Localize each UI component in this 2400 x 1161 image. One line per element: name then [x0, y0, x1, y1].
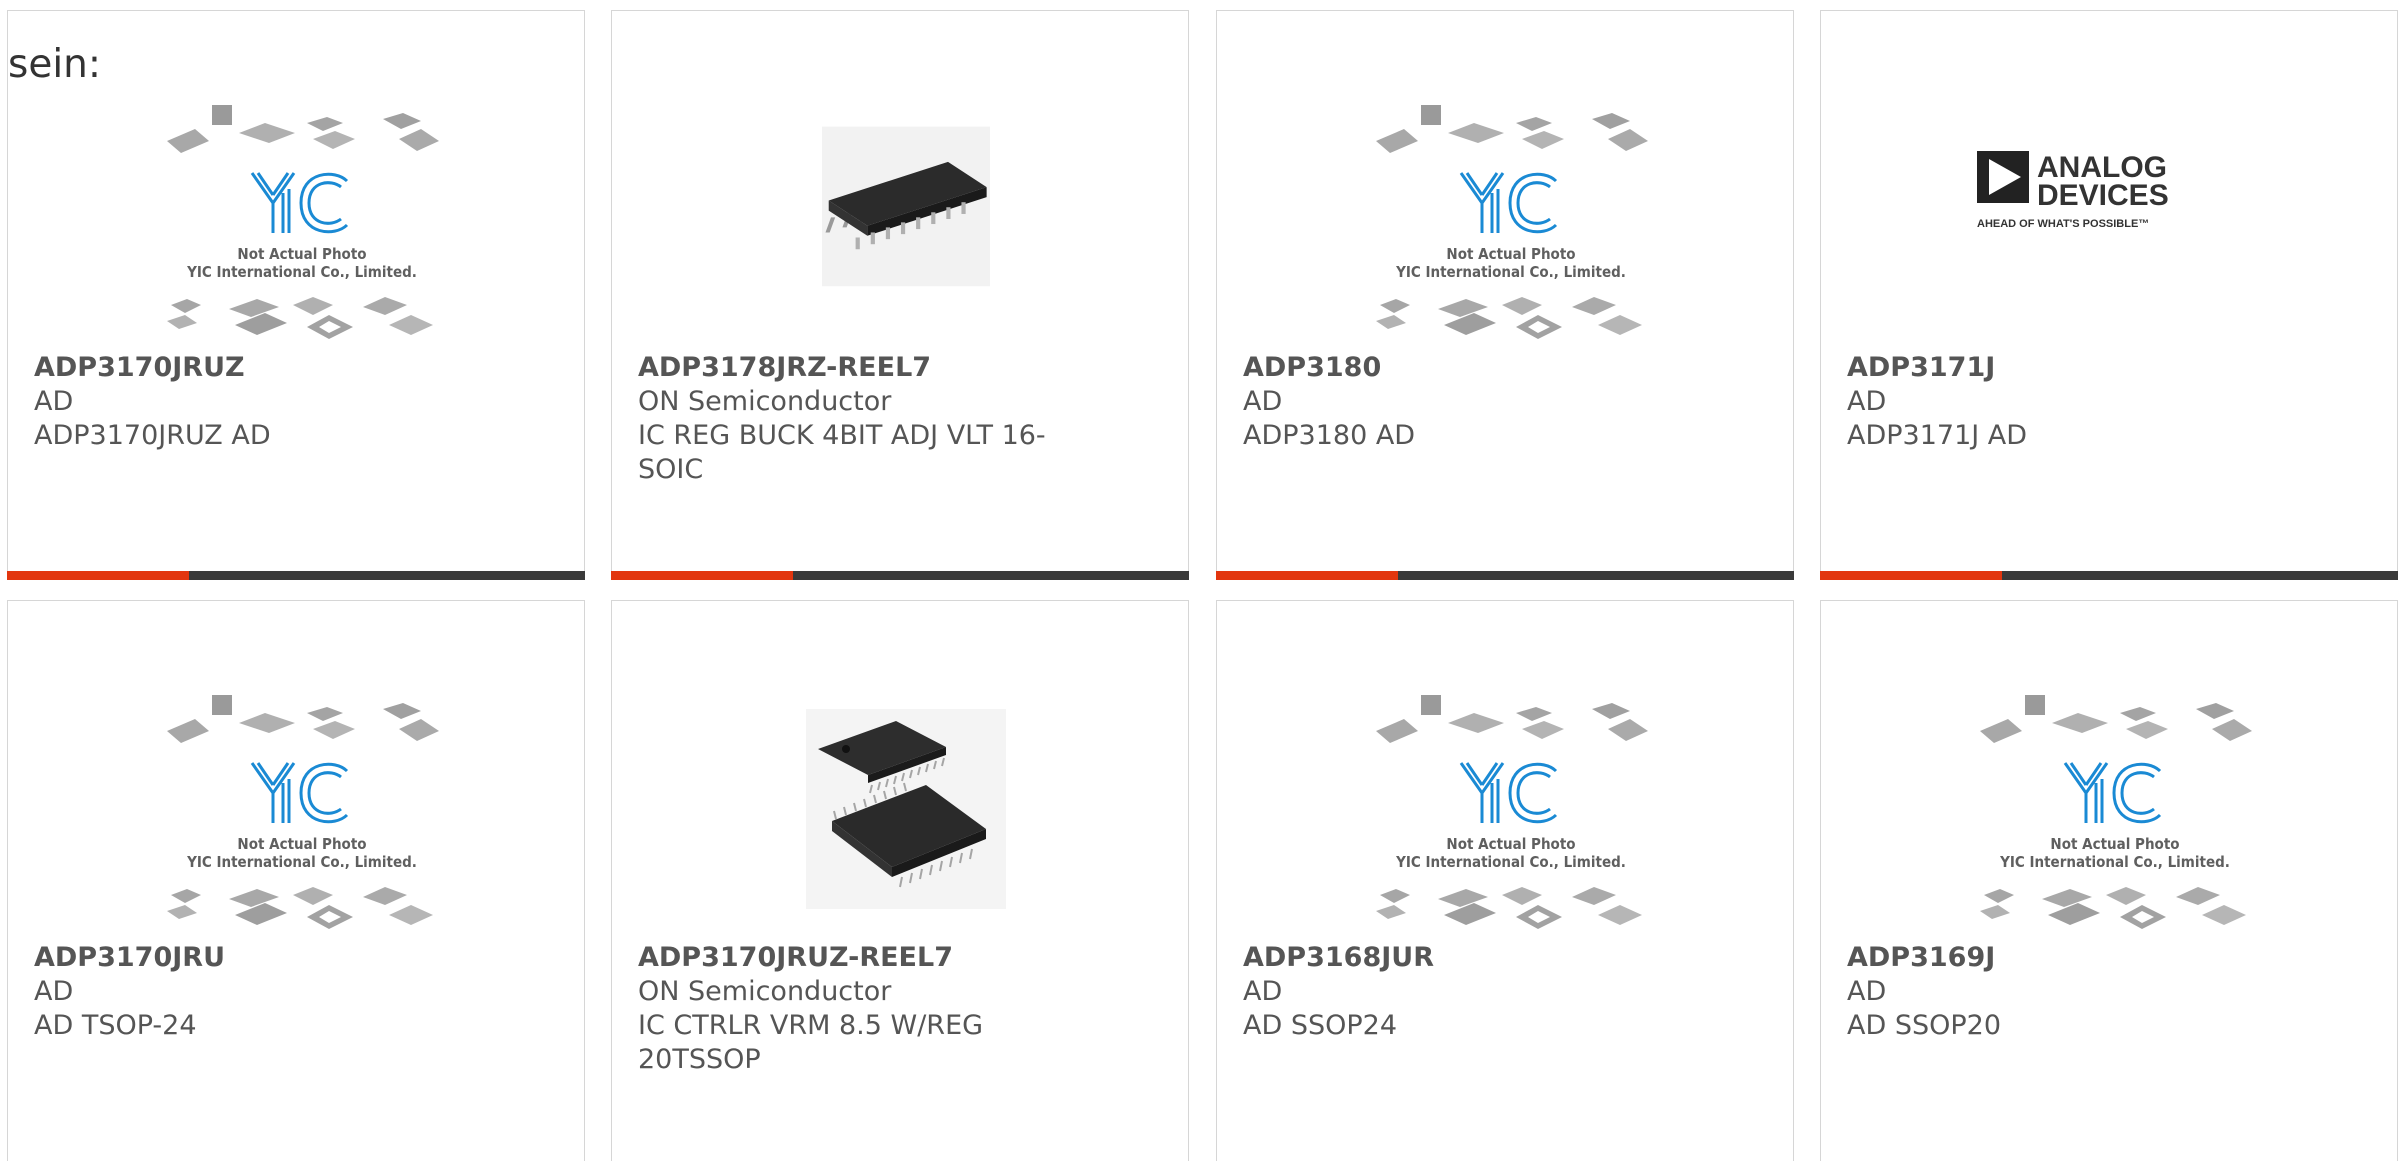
- description: AD SSOP20: [1847, 1010, 2002, 1041]
- part-number[interactable]: ADP3180: [1243, 351, 1663, 385]
- product-image[interactable]: Not Actual Photo YIC International Co., L…: [104, 683, 500, 935]
- product-image[interactable]: Not Actual Photo YIC International Co., L…: [1313, 93, 1709, 345]
- product-info: ADP3170JRUZ-REEL7 ON Semiconductor IC CTRL…: [638, 941, 1058, 1077]
- product-info: ADP3169J AD AD SSOP20: [1847, 941, 2267, 1043]
- product-card[interactable]: Not Actual Photo YIC International Co., L…: [7, 600, 585, 1161]
- card-bottom-bar-accent: [1216, 571, 1398, 580]
- description: ADP3170JRUZ AD: [34, 420, 271, 451]
- card-bottom-bar-accent: [1820, 571, 2002, 580]
- placeholder-caption-2: YIC International Co., Limited.: [1395, 263, 1626, 281]
- part-number[interactable]: ADP3168JUR: [1243, 941, 1663, 975]
- part-number[interactable]: ADP3171J: [1847, 351, 2267, 385]
- product-info: ADP3170JRU AD AD TSOP-24: [34, 941, 454, 1043]
- manufacturer: AD: [1847, 386, 1887, 417]
- placeholder-caption-2: YIC International Co., Limited.: [186, 263, 417, 281]
- product-info: ADP3178JRZ-REEL7 ON Semiconductor IC REG B…: [638, 351, 1058, 487]
- manufacturer: AD: [1243, 976, 1283, 1007]
- product-card[interactable]: ANALOG DEVICES AHEAD OF WHAT'S POSSIBLE™ AD…: [1820, 10, 2398, 580]
- manufacturer: ON Semiconductor: [638, 976, 892, 1007]
- description: AD TSOP-24: [34, 1010, 197, 1041]
- card-bottom-bar-accent: [7, 571, 189, 580]
- manufacturer: ON Semiconductor: [638, 386, 892, 417]
- description: IC REG BUCK 4BIT ADJ VLT 16-SOIC: [638, 420, 1046, 485]
- placeholder-caption-2: YIC International Co., Limited.: [1999, 853, 2230, 871]
- description: IC CTRLR VRM 8.5 W/REG 20TSSOP: [638, 1010, 984, 1075]
- card-bottom-bar: [1216, 571, 1794, 580]
- product-info: ADP3171J AD ADP3171J AD: [1847, 351, 2267, 453]
- part-number[interactable]: ADP3170JRUZ: [34, 351, 454, 385]
- product-card[interactable]: Not Actual Photo YIC International Co., L…: [7, 10, 585, 580]
- product-card[interactable]: Not Actual Photo YIC International Co., L…: [1216, 600, 1794, 1161]
- product-image[interactable]: [708, 683, 1104, 935]
- card-bottom-bar: [1820, 571, 2398, 580]
- product-card[interactable]: ADP3170JRUZ-REEL7 ON Semiconductor IC CTRL…: [611, 600, 1189, 1161]
- product-image[interactable]: Not Actual Photo YIC International Co., L…: [1313, 683, 1709, 935]
- part-number[interactable]: ADP3170JRU: [34, 941, 454, 975]
- part-number[interactable]: ADP3169J: [1847, 941, 2267, 975]
- manufacturer: AD: [34, 386, 74, 417]
- product-info: ADP3180 AD ADP3180 AD: [1243, 351, 1663, 453]
- manufacturer: AD: [1243, 386, 1283, 417]
- placeholder-caption-1: Not Actual Photo: [1446, 835, 1575, 853]
- intro-text: sein:: [8, 42, 102, 87]
- placeholder-caption-2: YIC International Co., Limited.: [1395, 853, 1626, 871]
- description: ADP3171J AD: [1847, 420, 2028, 451]
- product-card[interactable]: Not Actual Photo YIC International Co., L…: [1820, 600, 2398, 1161]
- product-image[interactable]: Not Actual Photo YIC International Co., L…: [1917, 683, 2313, 935]
- placeholder-caption-1: Not Actual Photo: [1446, 245, 1575, 263]
- product-image[interactable]: Not Actual Photo YIC International Co., L…: [104, 93, 500, 345]
- placeholder-caption-2: YIC International Co., Limited.: [186, 853, 417, 871]
- part-number[interactable]: ADP3170JRUZ-REEL7: [638, 941, 1058, 975]
- product-image[interactable]: [708, 93, 1104, 345]
- placeholder-caption-1: Not Actual Photo: [2050, 835, 2179, 853]
- analog-logo-tagline: AHEAD OF WHAT'S POSSIBLE™: [1977, 218, 2149, 230]
- card-bottom-bar: [611, 571, 1189, 580]
- product-card[interactable]: Not Actual Photo YIC International Co., L…: [1216, 10, 1794, 580]
- card-bottom-bar-accent: [611, 571, 793, 580]
- manufacturer: AD: [34, 976, 74, 1007]
- manufacturer: AD: [1847, 976, 1887, 1007]
- product-info: ADP3170JRUZ AD ADP3170JRUZ AD: [34, 351, 454, 453]
- description: AD SSOP24: [1243, 1010, 1398, 1041]
- card-bottom-bar: [7, 571, 585, 580]
- analog-logo-line2: DEVICES: [2037, 179, 2169, 212]
- part-number[interactable]: ADP3178JRZ-REEL7: [638, 351, 1058, 385]
- product-image[interactable]: ANALOG DEVICES AHEAD OF WHAT'S POSSIBLE™: [1917, 93, 2313, 345]
- product-info: ADP3168JUR AD AD SSOP24: [1243, 941, 1663, 1043]
- product-grid-page: sein: Not Actual Photo YIC International …: [0, 0, 2400, 1161]
- product-card[interactable]: ADP3178JRZ-REEL7 ON Semiconductor IC REG B…: [611, 10, 1189, 580]
- placeholder-caption-1: Not Actual Photo: [237, 245, 366, 263]
- placeholder-caption-1: Not Actual Photo: [237, 835, 366, 853]
- description: ADP3180 AD: [1243, 420, 1416, 451]
